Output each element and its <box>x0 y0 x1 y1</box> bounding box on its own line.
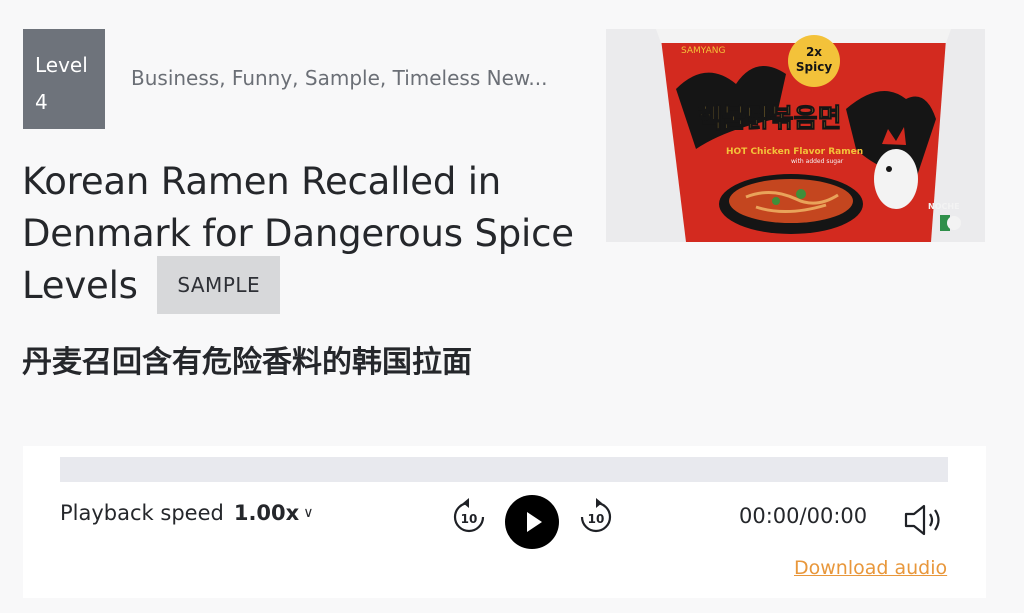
play-icon <box>505 495 559 549</box>
audio-player: Playback speed 1.00x ∨ 10 10 00:00/00:00 D… <box>23 446 986 598</box>
play-button[interactable] <box>504 494 560 554</box>
playback-speed-value[interactable]: 1.00x <box>234 501 299 525</box>
noodles-shape <box>729 179 853 223</box>
category-tags[interactable]: Business, Funny, Sample, Timeless New... <box>131 66 547 90</box>
speaker-icon <box>904 504 940 536</box>
product-name: HOT Chicken Flavor Ramen <box>726 147 863 157</box>
spicy-label-line-1: 2x <box>806 45 822 59</box>
forward-10-icon: 10 <box>580 498 612 533</box>
article-subtitle-chinese: 丹麦召回含有危险香料的韩国拉面 <box>22 345 472 380</box>
forward-seconds: 10 <box>588 512 605 526</box>
spicy-label-line-2: Spicy <box>796 60 832 74</box>
korean-product-name: 핵불닭볶음면 <box>698 104 842 134</box>
article-title: Korean Ramen Recalled in Denmark for Dan… <box>22 156 582 314</box>
audio-progress-bar[interactable] <box>60 457 948 482</box>
playback-speed-label: Playback speed <box>60 501 224 525</box>
playback-speed-control[interactable]: Playback speed 1.00x ∨ <box>60 501 313 525</box>
forward-10-button[interactable]: 10 <box>575 496 617 542</box>
level-number: 4 <box>35 90 48 114</box>
rewind-10-icon: 10 <box>453 498 485 533</box>
article-image: 2x Spicy SAMYANG 핵불닭볶음면 HOT Chicken Flav… <box>606 29 985 242</box>
chevron-down-icon[interactable]: ∨ <box>303 505 313 521</box>
download-audio-link[interactable]: Download audio <box>794 557 947 579</box>
chicken-mascot <box>874 149 918 209</box>
brand-text: SAMYANG <box>681 46 725 56</box>
volume-button[interactable] <box>903 502 947 542</box>
side-label: NOCHE <box>928 202 960 211</box>
article-title-text: Korean Ramen Recalled in Denmark for Dan… <box>22 160 574 307</box>
sample-badge: SAMPLE <box>157 255 281 314</box>
product-note: with added sugar <box>791 158 844 165</box>
level-badge: Level 4 <box>23 29 105 129</box>
ramen-bowl-illustration: 2x Spicy SAMYANG 핵불닭볶음면 HOT Chicken Flav… <box>606 29 985 242</box>
playback-time: 00:00/00:00 <box>739 504 868 528</box>
level-label: Level <box>35 53 88 77</box>
rewind-10-button[interactable]: 10 <box>448 496 490 542</box>
rewind-seconds: 10 <box>461 512 478 526</box>
